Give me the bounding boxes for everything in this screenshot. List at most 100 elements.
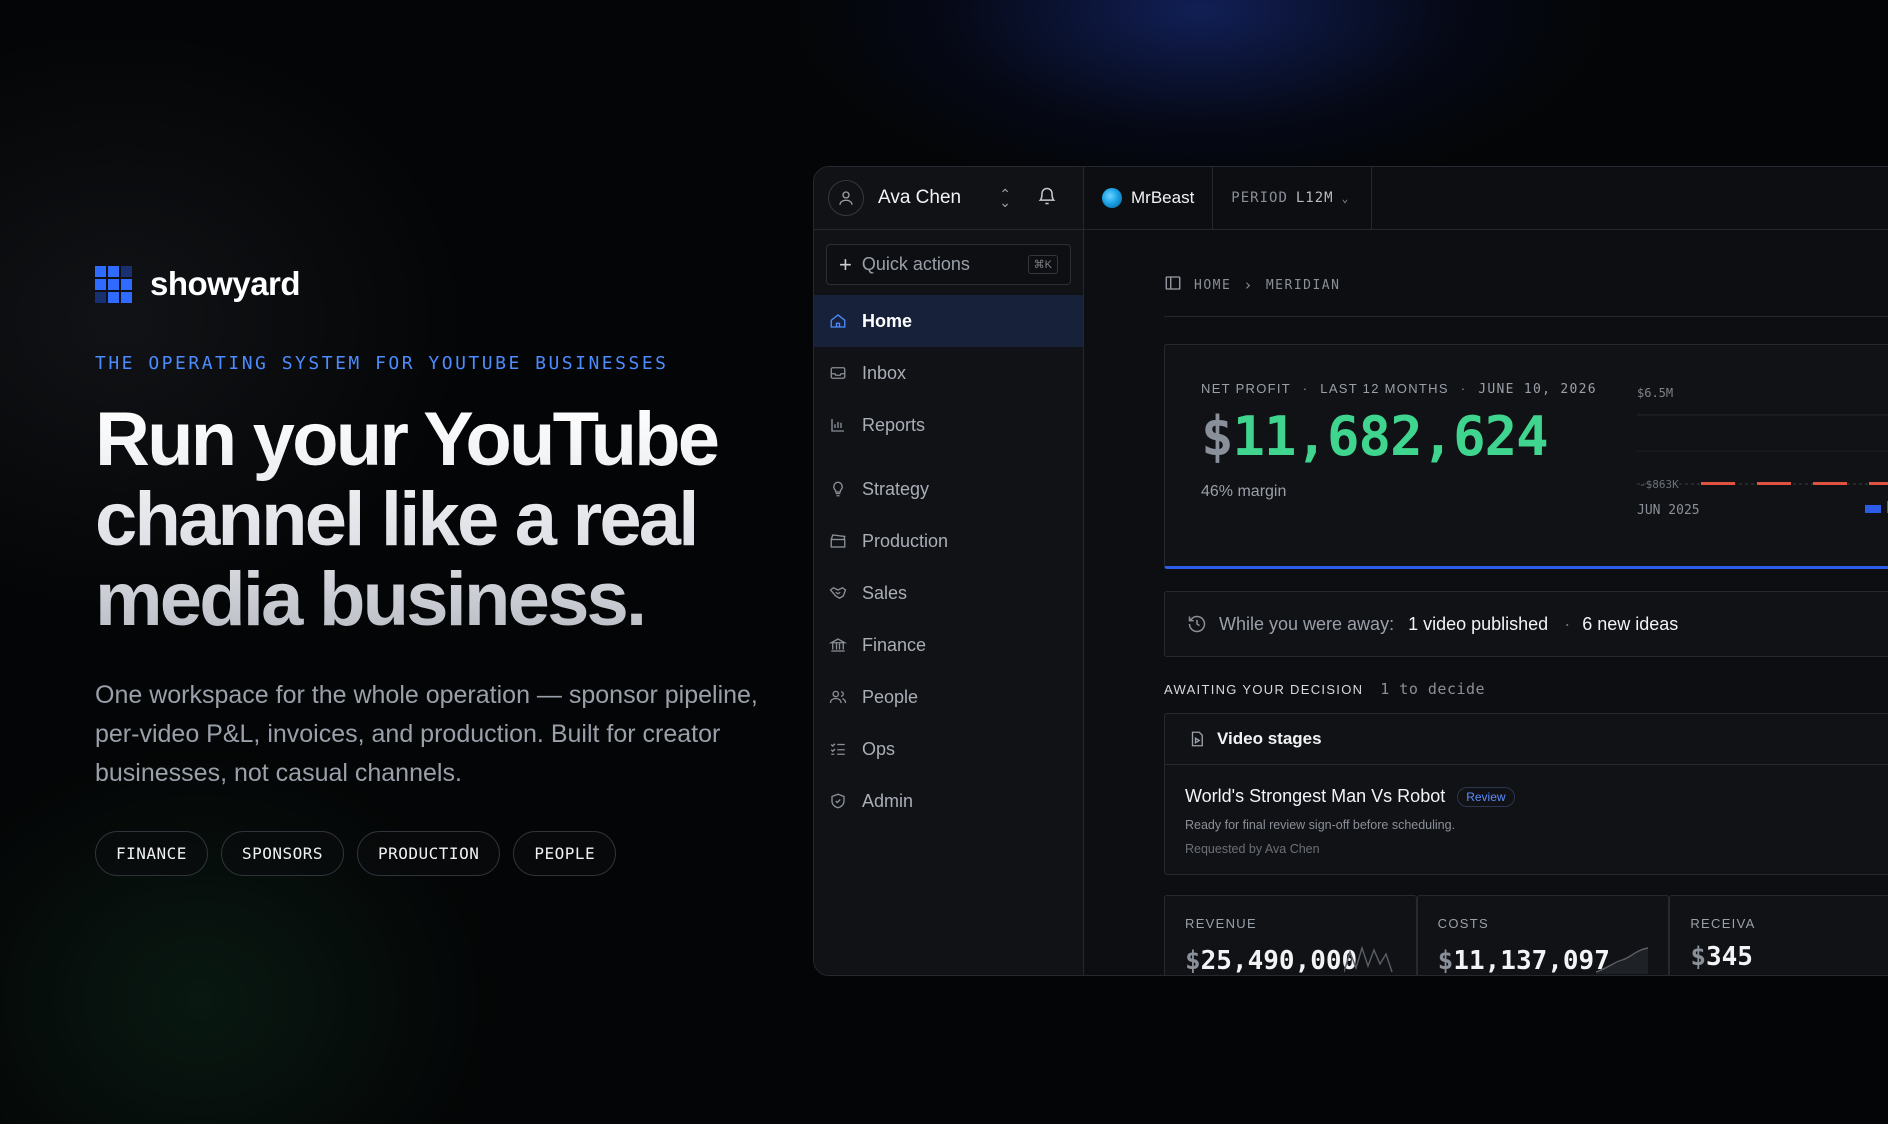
avatar[interactable]	[828, 180, 864, 216]
sidebar-item-label: Sales	[862, 582, 908, 603]
metric-revenue[interactable]: REVENUE $25,490,000	[1164, 895, 1417, 976]
sidebar-item-label: Production	[862, 530, 949, 551]
sidebar-item-label: Inbox	[862, 362, 907, 383]
handshake-icon	[828, 583, 848, 603]
sidebar-nav: Home Inbox Reports Strategy Production S…	[814, 295, 1083, 827]
metric-amount: 25,490,000	[1200, 946, 1358, 976]
away-item-videos[interactable]: 1 video published	[1408, 614, 1548, 635]
chart-x-start-label: JUN 2025	[1637, 503, 1700, 515]
file-video-icon	[1187, 729, 1207, 749]
separator: ·	[1460, 381, 1467, 396]
main-content: HOME › MERIDIAN NET PROFIT · LAST 12 MON…	[1084, 230, 1888, 975]
metric-receivables[interactable]: RECEIVA $345	[1669, 895, 1888, 975]
net-profit-card[interactable]: NET PROFIT · LAST 12 MONTHS · JUNE 10, 2…	[1164, 344, 1888, 569]
checklist-icon	[828, 739, 848, 759]
awaiting-label: AWAITING YOUR DECISION	[1164, 682, 1364, 697]
decision-description: Ready for final review sign-off before s…	[1185, 818, 1456, 832]
sidebar-item-label: Home	[862, 310, 913, 331]
decision-card[interactable]: Video stages World's Strongest Man Vs Ro…	[1164, 713, 1888, 875]
metric-label: COSTS	[1437, 916, 1489, 931]
while-away-banner[interactable]: While you were away: 1 video published ·…	[1164, 591, 1888, 657]
bell-icon[interactable]	[1037, 186, 1057, 211]
sidebar-item-people[interactable]: People	[814, 671, 1083, 723]
sidebar-item-label: Reports	[862, 414, 926, 435]
status-badge: Review	[1457, 786, 1515, 807]
metric-amount: 345	[1706, 942, 1753, 972]
sidebar-item-label: Admin	[862, 790, 914, 811]
period-label: PERIOD	[1231, 190, 1288, 206]
net-profit-date: JUNE 10, 2026	[1478, 382, 1597, 397]
hero: showyard THE OPERATING SYSTEM FOR YOUTUB…	[95, 262, 775, 876]
plus-icon: +	[839, 251, 852, 277]
period-value: L12M	[1295, 190, 1334, 206]
chart-y-top-label: $6.5M	[1637, 386, 1673, 400]
away-item-ideas[interactable]: 6 new ideas	[1582, 614, 1678, 635]
sidebar-item-label: Finance	[862, 634, 927, 655]
awaiting-count: 1 to decide	[1380, 680, 1486, 698]
breadcrumb: HOME › MERIDIAN	[1164, 274, 1340, 296]
chart-bar	[1869, 482, 1888, 485]
currency-symbol: $	[1437, 946, 1454, 976]
metric-costs[interactable]: COSTS $11,137,097	[1416, 895, 1670, 976]
net-profit-label: NET PROFIT	[1201, 381, 1291, 396]
tag-production: PRODUCTION	[357, 831, 501, 876]
profit-mini-chart: $6.5M -$863K JUN 2025	[1637, 386, 1888, 515]
channel-switcher[interactable]: MrBeast	[1084, 167, 1214, 229]
user-icon	[839, 191, 853, 205]
lightbulb-icon	[828, 479, 848, 499]
topbar: MrBeast PERIOD L12M ⌄	[1084, 167, 1888, 230]
metric-value: $345	[1690, 942, 1753, 972]
chevron-up-down-icon[interactable]: ⌃ ⌄	[999, 187, 1011, 209]
metric-value: $11,137,097	[1437, 946, 1610, 976]
shield-icon	[828, 791, 848, 811]
sidebar-item-finance[interactable]: Finance	[814, 619, 1083, 671]
sparkline-icon	[1343, 945, 1393, 973]
headline-line-1: Run your YouTube	[95, 397, 718, 482]
tag-list: FINANCE SPONSORS PRODUCTION PEOPLE	[95, 831, 775, 876]
sidebar-item-strategy[interactable]: Strategy	[814, 463, 1083, 515]
bar-chart-icon	[828, 415, 848, 435]
decision-item[interactable]: World's Strongest Man Vs Robot Review	[1185, 786, 1515, 807]
quick-actions-label: Quick actions	[861, 254, 970, 274]
awaiting-decision-heading: AWAITING YOUR DECISION 1 to decide	[1164, 680, 1485, 698]
logo-icon	[95, 265, 132, 303]
channel-name: MrBeast	[1131, 188, 1195, 207]
breadcrumb-home[interactable]: HOME	[1194, 278, 1231, 293]
sidebar-item-ops[interactable]: Ops	[814, 723, 1083, 775]
chart-bar	[1813, 482, 1847, 485]
user-name: Ava Chen	[878, 187, 962, 208]
sparkline-icon	[1596, 947, 1649, 974]
sidebar-item-home[interactable]: Home	[814, 295, 1083, 347]
headline-line-3: media business.	[95, 557, 645, 642]
eyebrow: THE OPERATING SYSTEM FOR YOUTUBE BUSINES…	[95, 353, 669, 374]
quick-actions-button[interactable]: + Quick actions ⌘K	[826, 244, 1071, 285]
chart-bar	[1757, 482, 1791, 485]
currency-symbol: $	[1690, 942, 1706, 972]
sidebar-item-reports[interactable]: Reports	[814, 399, 1083, 451]
tag-sponsors: SPONSORS	[220, 831, 344, 876]
sidebar: Ava Chen ⌃ ⌄ + Quick actions ⌘K Home Inbo…	[814, 167, 1084, 975]
separator: ·	[1564, 613, 1571, 634]
decision-requester: Requested by Ava Chen	[1185, 842, 1320, 856]
headline: Run your YouTube channel like a real med…	[95, 400, 775, 640]
decision-title: World's Strongest Man Vs Robot	[1185, 786, 1446, 806]
sidebar-item-inbox[interactable]: Inbox	[814, 347, 1083, 399]
chart-bar	[1865, 505, 1881, 513]
away-label: While you were away:	[1219, 613, 1395, 634]
period-selector[interactable]: PERIOD L12M ⌄	[1213, 167, 1373, 229]
sidebar-item-admin[interactable]: Admin	[814, 775, 1083, 827]
sidebar-toggle-icon[interactable]	[1164, 274, 1182, 296]
net-profit-range: LAST 12 MONTHS	[1320, 381, 1449, 396]
chevron-down-icon: ⌄	[1341, 191, 1350, 205]
subtext: One workspace for the whole operation — …	[95, 681, 758, 787]
sidebar-item-sales[interactable]: Sales	[814, 567, 1083, 619]
brand[interactable]: showyard	[95, 262, 775, 306]
sidebar-item-label: Ops	[862, 738, 896, 759]
decision-section-header: Video stages	[1165, 714, 1888, 765]
home-icon	[828, 311, 848, 331]
sidebar-item-production[interactable]: Production	[814, 515, 1083, 567]
user-switcher[interactable]: Ava Chen ⌃ ⌄	[814, 167, 1083, 230]
divider	[1164, 316, 1888, 317]
sidebar-item-label: People	[862, 686, 919, 707]
separator: ·	[1302, 381, 1309, 396]
